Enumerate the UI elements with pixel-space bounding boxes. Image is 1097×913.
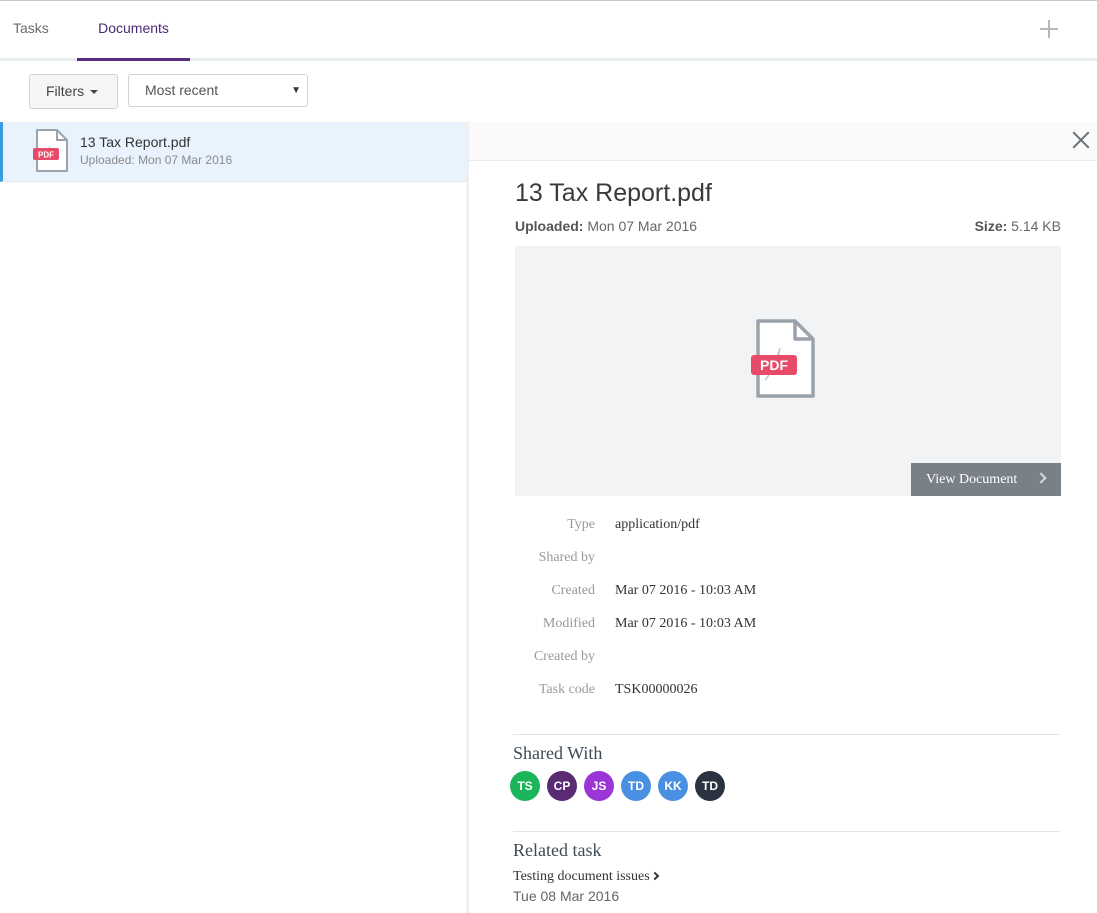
tab-documents[interactable]: Documents <box>77 1 190 61</box>
sort-select[interactable]: Most recent ▼ <box>128 74 308 107</box>
property-row: Created by <box>515 649 1061 682</box>
avatar[interactable]: TS <box>510 771 540 801</box>
document-list-title: 13 Tax Report.pdf <box>80 134 191 150</box>
tabs-bar: Tasks Documents <box>0 1 1097 61</box>
uploaded-label: Uploaded: <box>515 218 584 234</box>
property-row: Shared by <box>515 550 1061 583</box>
avatar[interactable]: TD <box>695 771 725 801</box>
property-value: application/pdf <box>615 517 700 532</box>
document-list-uploaded-value: Mon 07 Mar 2016 <box>138 153 233 167</box>
dropdown-arrow-icon: ▼ <box>291 85 301 96</box>
property-row: Created Mar 07 2016 - 10:03 AM <box>515 583 1061 616</box>
avatar[interactable]: JS <box>584 771 614 801</box>
detail-panel-header <box>469 122 1097 161</box>
avatar[interactable]: KK <box>658 771 688 801</box>
property-value: Mar 07 2016 - 10:03 AM <box>615 616 757 631</box>
property-value: Mar 07 2016 - 10:03 AM <box>615 583 757 598</box>
filters-button[interactable]: Filters <box>29 74 118 109</box>
add-icon[interactable] <box>1039 19 1059 39</box>
close-icon[interactable] <box>1071 130 1091 150</box>
pdf-file-icon: PDF <box>751 319 815 398</box>
property-row: Modified Mar 07 2016 - 10:03 AM <box>515 616 1061 649</box>
property-label: Type <box>567 517 595 532</box>
related-task-title: Related task <box>513 840 602 860</box>
document-title: 13 Tax Report.pdf <box>515 179 712 207</box>
section-divider <box>513 734 1060 735</box>
document-list-uploaded-label: Uploaded: <box>80 153 135 167</box>
pdf-badge-label: PDF <box>38 151 54 160</box>
avatar[interactable]: CP <box>547 771 577 801</box>
uploaded-meta: Uploaded: Mon 07 Mar 2016 <box>515 218 697 234</box>
property-label: Created <box>551 583 595 598</box>
tab-tasks[interactable]: Tasks <box>13 1 49 61</box>
size-value: 5.14 KB <box>1011 218 1061 234</box>
document-list-uploaded: Uploaded: Mon 07 Mar 2016 <box>80 153 232 167</box>
shared-with-title: Shared With <box>513 743 603 763</box>
property-row: Type application/pdf <box>515 517 1061 550</box>
document-preview: PDF View Document <box>515 246 1061 496</box>
property-value: TSK00000026 <box>615 682 698 697</box>
property-label: Task code <box>538 682 595 697</box>
pdf-badge-label: PDF <box>760 357 788 373</box>
property-label: Shared by <box>538 550 595 565</box>
chevron-right-icon <box>650 871 659 881</box>
filters-label: Filters <box>46 83 85 99</box>
document-list-item[interactable]: PDF 13 Tax Report.pdf Uploaded: Mon 07 M… <box>0 122 466 182</box>
related-task-name: Testing document issues <box>513 869 650 884</box>
related-task-link[interactable]: Testing document issues <box>513 869 659 885</box>
view-document-button[interactable]: View Document <box>911 463 1061 496</box>
property-label: Modified <box>542 616 595 631</box>
size-label: Size: <box>974 218 1008 234</box>
property-label: Created by <box>533 649 595 664</box>
size-meta: Size: 5.14 KB <box>975 218 1061 234</box>
caret-down-icon <box>90 90 99 95</box>
section-divider <box>513 831 1060 832</box>
chevron-right-icon <box>1035 472 1047 484</box>
property-row: Task code TSK00000026 <box>515 682 1061 715</box>
pdf-file-icon: PDF <box>33 129 68 172</box>
panel-divider <box>466 122 469 913</box>
document-properties: Type application/pdf Shared by Created M… <box>515 517 1061 715</box>
sort-select-value: Most recent <box>145 82 219 98</box>
uploaded-value: Mon 07 Mar 2016 <box>587 218 698 234</box>
related-task-date: Tue 08 Mar 2016 <box>513 888 620 904</box>
avatar[interactable]: TD <box>621 771 651 801</box>
view-document-label: View Document <box>926 472 1018 487</box>
